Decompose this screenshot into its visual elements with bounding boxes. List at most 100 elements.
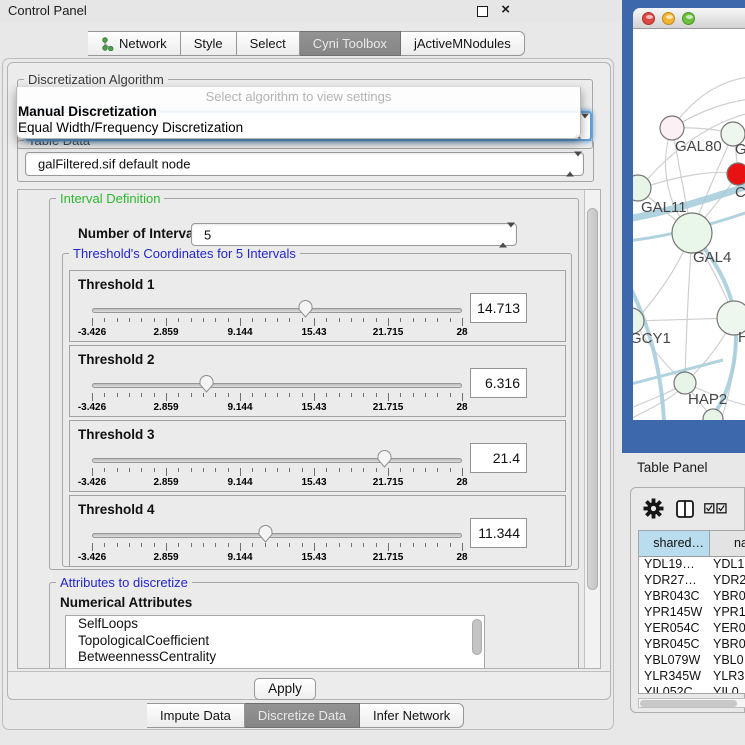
bottom-tab-item[interactable]: Impute Data xyxy=(147,703,245,728)
tab-item[interactable]: Style xyxy=(181,31,237,56)
tab-label: Cyni Toolbox xyxy=(313,36,387,51)
cell-shared-name: YER054C xyxy=(639,621,710,637)
float-window-icon[interactable] xyxy=(477,6,488,17)
network-window-frame: GAL80GACGAL11GAL4GCY1HHAP2 xyxy=(622,0,745,453)
column-header-shared-name[interactable]: shared… xyxy=(639,531,710,556)
cell-name: YBR0 xyxy=(710,589,745,605)
panel-title: Control Panel xyxy=(8,3,87,18)
table-row[interactable]: YBL079W YBL0 xyxy=(639,653,745,669)
slider-axis-labels: -3.4262.8599.14415.4321.71528 xyxy=(92,327,463,339)
cell-shared-name: YBR045C xyxy=(639,637,710,653)
interval-definition-group: Interval Definition Number of Intervals … xyxy=(49,198,579,570)
threshold-value-field[interactable]: 11.344 xyxy=(470,518,527,548)
cell-name: YIL0 xyxy=(710,685,745,694)
threshold-value-field[interactable]: 14.713 xyxy=(470,293,527,323)
slider-axis-labels: -3.4262.8599.14415.4321.71528 xyxy=(92,552,463,564)
attribute-list-item[interactable]: TopologicalCoefficient xyxy=(66,633,484,650)
attribute-list-item[interactable]: SelfLoops xyxy=(66,616,484,633)
table-row[interactable]: YDL19… YDL1 xyxy=(639,557,745,573)
table-rows: YDL19… YDL1 YDR27… YDR2 YBR043C YBR0 YPR… xyxy=(639,557,745,694)
network-node-label: GA xyxy=(735,141,745,158)
table-row[interactable]: YIL052C YIL0 xyxy=(639,685,745,694)
gear-icon[interactable] xyxy=(643,498,664,519)
numerical-attributes-list[interactable]: SelfLoopsTopologicalCoefficientBetweenne… xyxy=(65,615,485,669)
slider-thumb[interactable] xyxy=(297,298,314,318)
threshold-label: Threshold 2 xyxy=(78,352,155,367)
threshold-label: Threshold 1 xyxy=(78,277,155,292)
bottom-tab-label: Infer Network xyxy=(373,708,450,723)
network-canvas[interactable]: GAL80GACGAL11GAL4GCY1HHAP2 xyxy=(633,29,745,420)
minimize-traffic-light[interactable] xyxy=(662,12,675,25)
slider-thumb[interactable] xyxy=(198,373,215,393)
algorithm-group-title: Discretization Algorithm xyxy=(24,72,168,87)
bottom-tab-item[interactable]: Infer Network xyxy=(360,703,464,728)
slider-ticks xyxy=(92,393,463,402)
slider-axis-labels: -3.4262.8599.14415.4321.71528 xyxy=(92,402,463,414)
scrollbar-thumb[interactable] xyxy=(587,208,598,590)
close-icon[interactable]: × xyxy=(501,1,510,18)
attributes-group-title: Attributes to discretize xyxy=(56,575,192,590)
cell-shared-name: YBR043C xyxy=(639,589,710,605)
tab-item[interactable]: Cyni Toolbox xyxy=(300,31,401,56)
cell-name: YDR2 xyxy=(710,573,745,589)
apply-button[interactable]: Apply xyxy=(254,678,316,700)
network-node-label: GAL4 xyxy=(693,249,731,266)
cell-name: YDL1 xyxy=(710,557,745,573)
slider-thumb[interactable] xyxy=(376,448,393,468)
dropdown-option-equal-width[interactable]: Equal Width/Frequency Discretization xyxy=(18,120,243,135)
cell-shared-name: YPR145W xyxy=(639,605,710,621)
table-row[interactable]: YPR145W YPR1 xyxy=(639,605,745,621)
cell-name: YPR1 xyxy=(710,605,745,621)
checkboxes-icon[interactable] xyxy=(704,503,727,514)
algorithm-dropdown-popup: Select algorithm to view settings Manual… xyxy=(16,87,581,139)
attribute-list-item[interactable]: BetweennessCentrality xyxy=(66,649,484,666)
tab-item[interactable]: Network xyxy=(88,31,181,56)
control-panel-titlebar: Control Panel × xyxy=(0,0,620,22)
table-row[interactable]: YLR345W YLR3 xyxy=(639,669,745,685)
control-panel-tabs: Network Style Select Cyni Toolbox jActiv… xyxy=(88,31,525,56)
table-header-row: shared… na xyxy=(639,531,745,557)
slider-track[interactable] xyxy=(92,533,462,538)
table-panel: shared… na YDL19… YDL1 YDR27… YDR2 YBR04… xyxy=(630,487,745,713)
split-columns-icon[interactable] xyxy=(676,500,694,518)
threshold-value-field[interactable]: 21.4 xyxy=(470,443,527,473)
threshold-row: Threshold 1 -3.4262.8599.14415.4321.7152… xyxy=(69,270,566,342)
numerical-attributes-label: Numerical Attributes xyxy=(60,595,192,610)
slider-track[interactable] xyxy=(92,383,462,388)
cell-shared-name: YDL19… xyxy=(639,557,710,573)
threshold-value-field[interactable]: 6.316 xyxy=(470,368,527,398)
network-node-label: GAL80 xyxy=(675,138,722,155)
network-node[interactable] xyxy=(727,163,745,185)
network-node[interactable] xyxy=(660,116,684,140)
cell-shared-name: YIL052C xyxy=(639,685,710,694)
zoom-traffic-light[interactable] xyxy=(682,12,695,25)
tab-item[interactable]: Select xyxy=(237,31,300,56)
table-horizontal-scrollbar[interactable] xyxy=(638,698,745,708)
bottom-tab-item[interactable]: Discretize Data xyxy=(245,703,360,728)
node-table: shared… na YDL19… YDL1 YDR27… YDR2 YBR04… xyxy=(638,530,745,694)
table-row[interactable]: YBR045C YBR0 xyxy=(639,637,745,653)
network-node-label: GAL11 xyxy=(641,199,687,216)
attributes-list-scrollbar[interactable] xyxy=(472,619,482,655)
control-panel-frame: Discretization Algorithm Select algorith… xyxy=(2,58,614,730)
table-row[interactable]: YER054C YER0 xyxy=(639,621,745,637)
attributes-group: Attributes to discretize Numerical Attri… xyxy=(49,582,579,669)
slider-track[interactable] xyxy=(92,308,462,313)
tab-item[interactable]: jActiveMNodules xyxy=(401,31,525,56)
table-data-combobox[interactable]: galFiltered.sif default node xyxy=(25,152,584,176)
table-row[interactable]: YBR043C YBR0 xyxy=(639,589,745,605)
cell-name: YBR0 xyxy=(710,637,745,653)
table-row[interactable]: YDR27… YDR2 xyxy=(639,573,745,589)
network-node[interactable] xyxy=(672,213,712,253)
settings-vertical-scrollbar[interactable] xyxy=(584,190,600,669)
slider-thumb[interactable] xyxy=(257,523,274,543)
network-window-titlebar[interactable] xyxy=(633,8,745,29)
column-header-name[interactable]: na xyxy=(710,531,745,556)
close-traffic-light[interactable] xyxy=(642,12,655,25)
number-of-intervals-combobox[interactable]: 5 xyxy=(191,223,517,246)
apply-strip: Apply xyxy=(8,671,610,699)
bottom-tab-label: Discretize Data xyxy=(258,708,346,723)
slider-track[interactable] xyxy=(92,458,462,463)
dropdown-option-manual[interactable]: Manual Discretization xyxy=(18,104,157,119)
scrollbar-thumb[interactable] xyxy=(640,700,737,707)
